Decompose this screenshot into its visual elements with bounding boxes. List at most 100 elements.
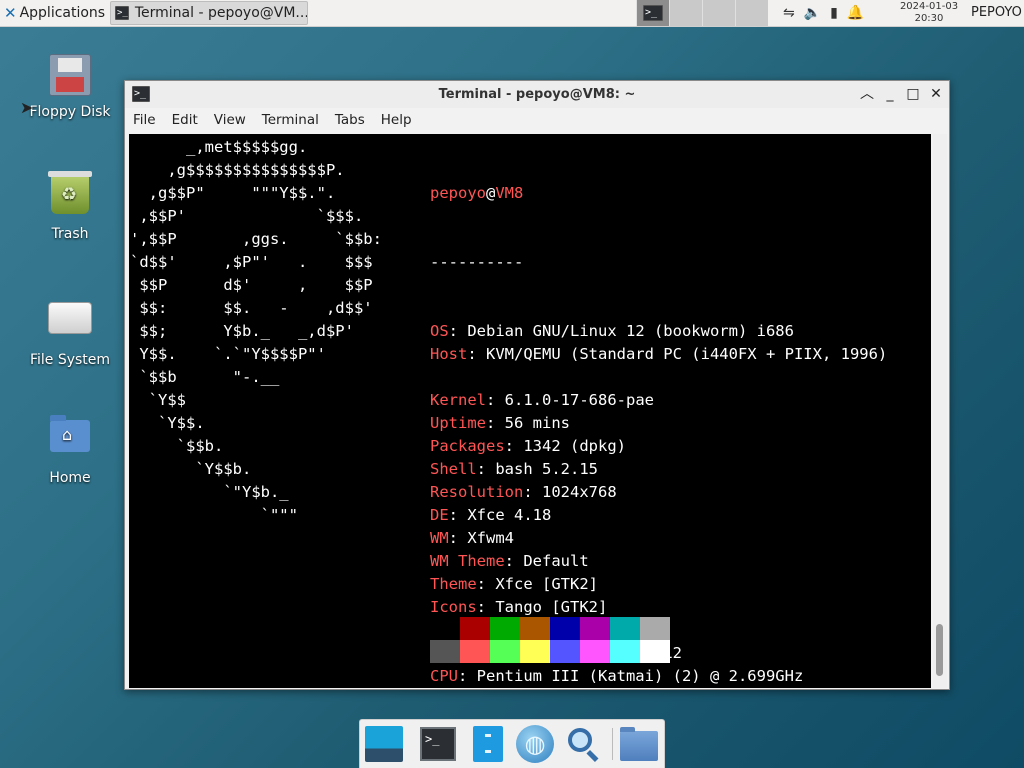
info-line: OS: Debian GNU/Linux 12 (bookworm) i686 [430,320,887,343]
hard-drive-icon [48,302,92,334]
show-desktop-icon [365,726,403,762]
desktop-icon-trash[interactable]: ♻ Trash [20,171,120,242]
terminal-launcher[interactable]: >_ [417,723,459,765]
taskbar-terminal-button[interactable]: >_ Terminal - pepoyo@VM... [110,1,308,25]
info-colon: : [504,552,524,570]
info-line [430,366,887,389]
info-value: 6.1.0-17-686-pae [504,391,654,409]
clock[interactable]: 2024-01-03 20:30 [896,1,962,25]
logo-line: `Y$$b. [130,460,252,478]
menu-help[interactable]: Help [373,112,420,128]
desktop-icon-home[interactable]: ⌂ Home [20,412,120,486]
trash-icon: ♻ [48,171,92,214]
scrollbar-thumb[interactable] [936,624,943,676]
info-line: Shell: bash 5.2.15 [430,458,887,481]
menu-terminal[interactable]: Terminal [254,112,327,128]
info-value: 1342 (dpkg) [523,437,626,455]
info-line: DE: Xfce 4.18 [430,504,887,527]
logo-line: `$$b. [130,437,224,455]
host-name: VM8 [495,184,524,202]
info-colon: : [476,575,496,593]
app-finder-icon [568,728,592,752]
info-key: WM [430,529,449,547]
desktop-icon-floppy-disk[interactable]: Floppy Disk [20,52,120,120]
menu-file[interactable]: File [125,112,164,128]
xfce-icon: ✕ [4,4,17,22]
logo-line: ,$$P' `$$$. [130,207,364,225]
minimize-button[interactable]: _ [880,84,900,104]
info-colon: : [504,437,524,455]
volume-icon[interactable]: 🔈 [804,5,821,21]
logo-line: ,g$$P" """Y$$.". [130,184,336,202]
applications-menu-button[interactable]: ✕ Applications ⋮ [0,0,126,26]
color-swatch [520,640,550,663]
folder-launcher[interactable] [618,723,660,765]
desktop-icon-label: Trash [51,226,89,242]
workspace-4[interactable] [735,0,768,26]
app-finder-launcher[interactable] [563,723,605,765]
logo-line: ',$$P ,ggs. `$$b: [130,230,382,248]
color-palette [430,617,670,663]
debian-ascii-logo: _,met$$$$$gg. ,g$$$$$$$$$$$$$$$P. ,g$$P"… [130,136,382,527]
color-swatch [610,640,640,663]
shade-button[interactable]: ︿ [857,84,877,104]
workspace-1[interactable]: >_ [636,0,669,26]
close-button[interactable]: ✕ [926,84,946,104]
color-swatch [550,617,580,640]
mouse-pointer-icon: ➤ [20,98,34,117]
info-value: Xfce [GTK2] [495,575,598,593]
info-colon: : [448,506,468,524]
terminal-icon: >_ [115,6,129,20]
info-line: WM: Xfwm4 [430,527,887,550]
menu-view[interactable]: View [206,112,254,128]
file-manager-launcher[interactable] [467,723,509,765]
file-manager-icon [473,726,503,762]
show-desktop-button[interactable] [363,723,405,765]
workspace-2[interactable] [669,0,702,26]
info-key: CPU [430,667,458,685]
network-icon[interactable]: ⇋ [783,5,795,21]
battery-icon[interactable]: ▮ [830,5,838,21]
palette-row-bright [430,640,670,663]
info-value: Pentium III (Katmai) (2) @ 2.699GHz [476,667,804,685]
separator-line: ---------- [430,253,524,271]
user-menu[interactable]: PEPOYO [971,0,1022,26]
logo-line: Y$$. `.`"Y$$$$P"' [130,345,326,363]
terminal-icon: >_ [643,5,663,21]
color-swatch [640,640,670,663]
desktop-icon-label: Home [49,470,91,486]
terminal-icon: >_ [420,727,456,761]
info-line: Kernel: 6.1.0-17-686-pae [430,389,887,412]
user-name: pepoyo [430,184,486,202]
info-value: Xfce 4.18 [467,506,552,524]
dock-separator [612,728,613,760]
desktop-icon-label: Floppy Disk [29,104,111,120]
terminal-output[interactable]: _,met$$$$$gg. ,g$$$$$$$$$$$$$$$P. ,g$$P"… [129,134,931,688]
top-panel: ✕ Applications ⋮ >_ Terminal - pepoyo@VM… [0,0,1024,27]
info-value: KVM/QEMU (Standard PC (i440FX + PIIX, 19… [486,345,888,363]
info-value: Xfwm4 [467,529,515,547]
web-browser-launcher[interactable]: ◍ [514,723,556,765]
info-key: Shell [430,460,477,478]
color-swatch [460,640,490,663]
user-host-line: pepoyo@VM8 [430,182,887,205]
notification-bell-icon[interactable]: 🔔 [847,5,864,21]
desktop-icon-file-system[interactable]: File System [20,292,120,368]
workspace-switcher: >_ [636,0,768,26]
info-key: DE [430,506,449,524]
window-titlebar[interactable]: >_ Terminal - pepoyo@VM8: ~ ︿ _ □ ✕ [125,81,949,108]
info-key: Packages [430,437,505,455]
menu-edit[interactable]: Edit [164,112,206,128]
info-key: Theme [430,575,477,593]
logo-line: _,met$$$$$gg. [130,138,308,156]
info-colon: : [476,598,496,616]
color-swatch [490,617,520,640]
menu-tabs[interactable]: Tabs [327,112,373,128]
workspace-3[interactable] [702,0,735,26]
logo-line: `Y$$ [130,391,186,409]
vertical-scrollbar[interactable] [933,134,947,688]
window-title: Terminal - pepoyo@VM8: ~ [438,87,636,102]
info-key: OS [430,322,449,340]
desktop-icon-label: File System [29,352,111,368]
maximize-button[interactable]: □ [903,84,923,104]
